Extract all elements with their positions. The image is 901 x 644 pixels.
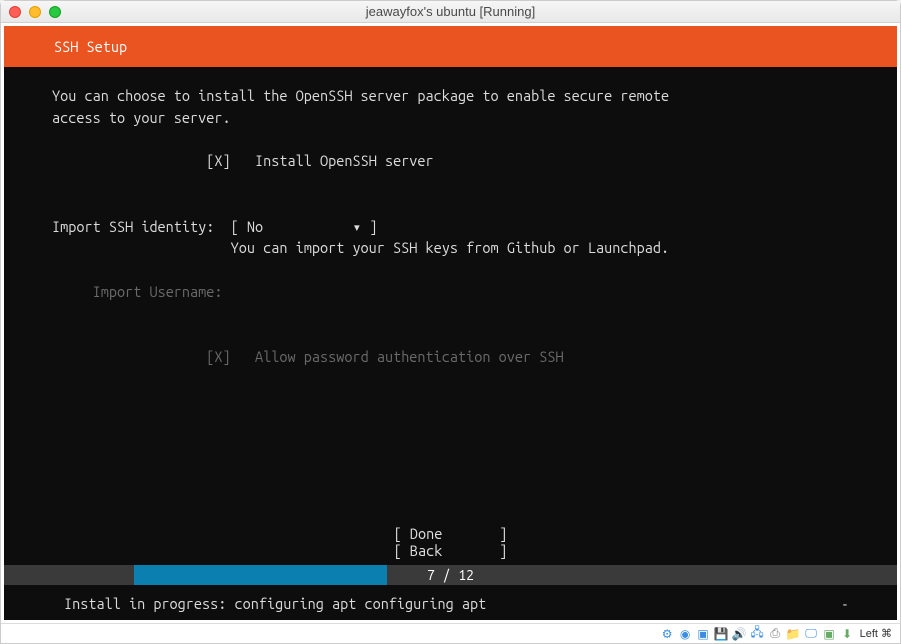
install-openssh-checkbox[interactable]: [X] Install OpenSSH server	[206, 152, 433, 169]
import-identity-label: Import SSH identity:	[52, 218, 214, 235]
progress-text: 7 / 12	[134, 565, 767, 585]
disc-icon[interactable]: ◉	[678, 626, 693, 641]
maximize-button[interactable]	[49, 6, 61, 18]
back-button[interactable]: [ Back ]	[394, 542, 508, 559]
content-area: SSH Setup You can choose to install the …	[1, 23, 900, 623]
display-icon[interactable]: 🖵	[804, 626, 819, 641]
installer-header: SSH Setup	[4, 26, 897, 67]
usb-icon[interactable]: ⎙	[768, 626, 783, 641]
installer-body: You can choose to install the OpenSSH se…	[4, 67, 897, 525]
host-key-indicator: Left ⌘	[860, 627, 892, 640]
terminal[interactable]: SSH Setup You can choose to install the …	[4, 26, 897, 620]
window-title: jeawayfox's ubuntu [Running]	[1, 4, 900, 19]
progress-pad-right	[767, 565, 897, 585]
minimize-button[interactable]	[29, 6, 41, 18]
progress-bar: 7 / 12	[134, 565, 767, 585]
import-username-label: Import Username:	[93, 283, 223, 300]
description-text: You can choose to install the OpenSSH se…	[52, 87, 669, 126]
status-line: Install in progress: configuring apt con…	[4, 585, 897, 620]
titlebar: jeawayfox's ubuntu [Running]	[1, 1, 900, 23]
floppy-icon[interactable]: 💾	[714, 626, 729, 641]
chevron-down-icon: ▾	[352, 218, 361, 235]
allow-password-checkbox: [X] Allow password authentication over S…	[206, 348, 563, 365]
settings-icon[interactable]: ⚙	[660, 626, 675, 641]
vm-window: jeawayfox's ubuntu [Running] SSH Setup Y…	[0, 0, 901, 644]
recording-icon[interactable]: ▣	[822, 626, 837, 641]
status-spinner: -	[841, 595, 849, 612]
done-button[interactable]: [ Done ]	[394, 525, 508, 542]
close-button[interactable]	[9, 6, 21, 18]
network-icon[interactable]: 🖧	[750, 626, 765, 641]
hard-disk-icon[interactable]: ▣	[696, 626, 711, 641]
progress-row: 7 / 12	[4, 565, 897, 585]
import-identity-hint: You can import your SSH keys from Github…	[231, 239, 669, 256]
nav-buttons: [ Done ] [ Back ]	[4, 525, 897, 565]
traffic-lights	[9, 6, 61, 18]
status-text: Install in progress: configuring apt con…	[64, 595, 486, 612]
shared-folder-icon[interactable]: 📁	[786, 626, 801, 641]
vm-statusbar: ⚙ ◉ ▣ 💾 🔊 🖧 ⎙ 📁 🖵 ▣ ⬇ Left ⌘	[1, 623, 900, 643]
audio-icon[interactable]: 🔊	[732, 626, 747, 641]
progress-pad-left	[4, 565, 134, 585]
mouse-integration-icon[interactable]: ⬇	[840, 626, 855, 641]
import-identity-select[interactable]: [ No ▾ ]	[231, 218, 378, 235]
